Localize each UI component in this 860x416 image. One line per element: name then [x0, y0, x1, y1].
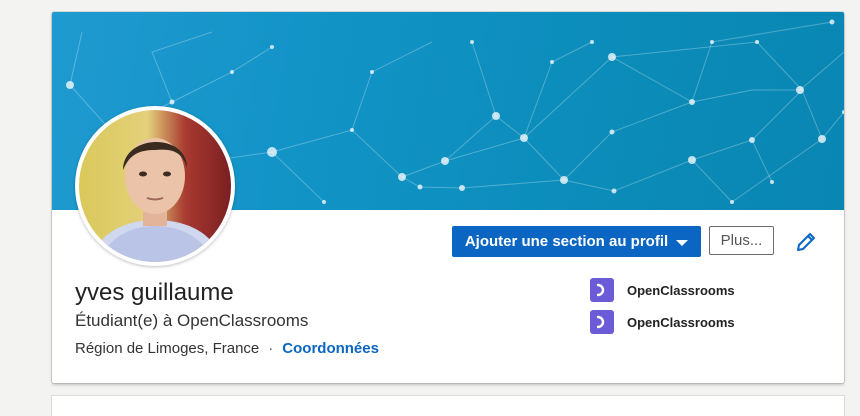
organization-item[interactable]: OpenClassrooms — [590, 310, 735, 334]
profile-headline: Étudiant(e) à OpenClassrooms — [75, 311, 309, 330]
edit-profile-button[interactable] — [794, 230, 818, 254]
organization-name: OpenClassrooms — [627, 282, 735, 298]
pencil-icon — [797, 233, 815, 251]
profile-name: yves guillaume — [75, 279, 234, 306]
next-card-edge — [52, 396, 844, 416]
add-profile-section-button[interactable]: Ajouter une section au profil — [452, 226, 701, 257]
location-line: Région de Limoges, France · Coordonnées — [75, 340, 379, 357]
organization-name: OpenClassrooms — [627, 314, 735, 330]
separator-dot: · — [268, 340, 274, 357]
avatar[interactable] — [75, 106, 235, 266]
profile-card: Ajouter une section au profil Plus... yv… — [52, 12, 844, 383]
add-profile-section-label: Ajouter une section au profil — [464, 233, 669, 250]
profile-photo — [79, 110, 231, 262]
organization-item[interactable]: OpenClassrooms — [590, 278, 735, 302]
profile-location: Région de Limoges, France — [75, 340, 260, 357]
contact-info-link[interactable]: Coordonnées — [282, 340, 379, 357]
caret-down-icon — [676, 239, 689, 246]
openclassrooms-logo-icon — [590, 310, 614, 334]
more-button[interactable]: Plus... — [709, 226, 774, 255]
openclassrooms-logo-icon — [590, 278, 614, 302]
